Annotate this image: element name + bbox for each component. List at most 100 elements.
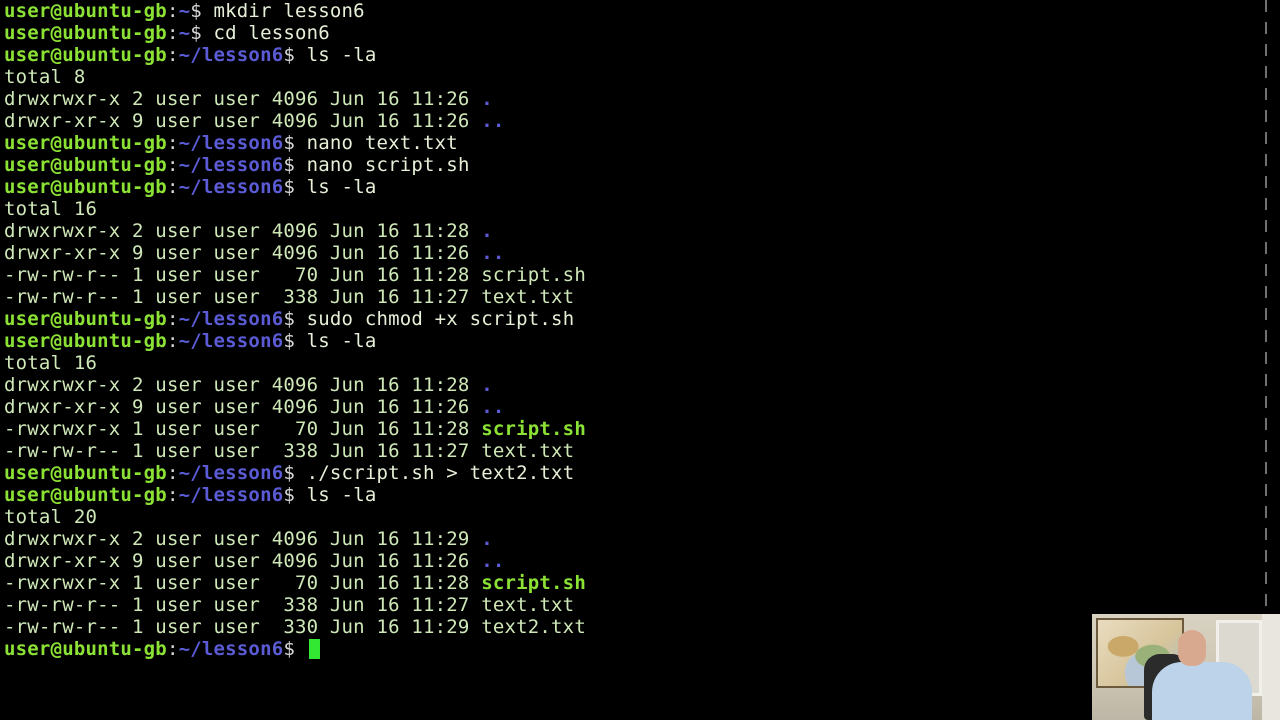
- output-line: drwxr-xr-x 9 user user 4096 Jun 16 11:26…: [4, 550, 586, 572]
- ls-entry-name: .: [481, 88, 493, 110]
- prompt-dollar: $: [283, 308, 307, 330]
- output-line: -rw-rw-r-- 1 user user 330 Jun 16 11:29 …: [4, 616, 586, 638]
- ls-entry-meta: -rwxrwxr-x 1 user user 70 Jun 16 11:28: [4, 418, 482, 440]
- terminal-output[interactable]: user@ubuntu-gb:~$ mkdir lesson6 user@ubun…: [4, 0, 586, 660]
- prompt-line: user@ubuntu-gb:~/lesson6$ sudo chmod +x …: [4, 308, 586, 330]
- prompt-user-host: user@ubuntu-gb: [4, 462, 167, 484]
- presenter-body-image: [1152, 662, 1252, 720]
- ls-entry-name: .: [481, 220, 493, 242]
- output-line: drwxrwxr-x 2 user user 4096 Jun 16 11:29…: [4, 528, 586, 550]
- prompt-separator: :: [166, 330, 179, 352]
- prompt-separator: :: [166, 638, 179, 660]
- output-line: -rw-rw-r-- 1 user user 338 Jun 16 11:27 …: [4, 594, 586, 616]
- prompt-user-host: user@ubuntu-gb: [4, 330, 167, 352]
- command-text: ls -la: [306, 44, 377, 66]
- ls-entry-name: ..: [481, 110, 505, 132]
- output-line: -rw-rw-r-- 1 user user 338 Jun 16 11:27 …: [4, 286, 586, 308]
- prompt-path: ~/lesson6: [178, 308, 284, 330]
- prompt-separator: :: [166, 0, 179, 22]
- prompt-user-host: user@ubuntu-gb: [4, 44, 167, 66]
- prompt-path: ~: [178, 22, 191, 44]
- command-text: cd lesson6: [213, 22, 330, 44]
- prompt-line: user@ubuntu-gb:~/lesson6$ ./script.sh > …: [4, 462, 586, 484]
- ls-entry-meta: drwxrwxr-x 2 user user 4096 Jun 16 11:26: [4, 88, 482, 110]
- prompt-line: user@ubuntu-gb:~/lesson6$ ls -la: [4, 330, 586, 352]
- ls-entry-name: text2.txt: [481, 616, 586, 638]
- command-text: nano script.sh: [306, 154, 470, 176]
- prompt-separator: :: [166, 44, 179, 66]
- prompt-dollar: $: [283, 330, 307, 352]
- ls-entry-name: text.txt: [481, 440, 575, 462]
- output-line: total 16: [4, 198, 586, 220]
- prompt-path: ~/lesson6: [178, 44, 284, 66]
- output-text: total 20: [4, 506, 98, 528]
- output-line: -rw-rw-r-- 1 user user 338 Jun 16 11:27 …: [4, 440, 586, 462]
- prompt-line: user@ubuntu-gb:~/lesson6$ nano text.txt: [4, 132, 586, 154]
- presenter-head-image: [1178, 630, 1206, 666]
- ls-entry-meta: -rw-rw-r-- 1 user user 330 Jun 16 11:29: [4, 616, 482, 638]
- prompt-dollar: $: [283, 484, 307, 506]
- command-text: mkdir lesson6: [213, 0, 365, 22]
- command-text: ls -la: [306, 176, 377, 198]
- prompt-line: user@ubuntu-gb:~/lesson6$ ls -la: [4, 176, 586, 198]
- ls-entry-meta: -rw-rw-r-- 1 user user 338 Jun 16 11:27: [4, 286, 482, 308]
- prompt-line: user@ubuntu-gb:~$ cd lesson6: [4, 22, 586, 44]
- ls-entry-meta: drwxrwxr-x 2 user user 4096 Jun 16 11:28: [4, 374, 482, 396]
- terminal-scrollbar[interactable]: [1265, 0, 1267, 612]
- output-line: total 20: [4, 506, 586, 528]
- prompt-line: user@ubuntu-gb:~/lesson6$ ls -la: [4, 44, 586, 66]
- prompt-path: ~/lesson6: [178, 132, 284, 154]
- prompt-dollar: $: [283, 462, 307, 484]
- output-line: total 8: [4, 66, 586, 88]
- ls-entry-name: text.txt: [481, 286, 575, 308]
- ls-entry-name: script.sh: [481, 418, 586, 440]
- prompt-dollar: $: [283, 638, 307, 660]
- command-text: nano text.txt: [306, 132, 458, 154]
- prompt-separator: :: [166, 176, 179, 198]
- ls-entry-meta: drwxr-xr-x 9 user user 4096 Jun 16 11:26: [4, 396, 482, 418]
- output-line: drwxr-xr-x 9 user user 4096 Jun 16 11:26…: [4, 110, 586, 132]
- ls-entry-name: script.sh: [481, 264, 586, 286]
- prompt-separator: :: [166, 484, 179, 506]
- prompt-user-host: user@ubuntu-gb: [4, 22, 167, 44]
- prompt-dollar: $: [283, 44, 307, 66]
- output-text: total 8: [4, 66, 86, 88]
- ls-entry-name: .: [481, 374, 493, 396]
- ls-entry-meta: -rwxrwxr-x 1 user user 70 Jun 16 11:28: [4, 572, 482, 594]
- prompt-dollar: $: [283, 176, 307, 198]
- prompt-dollar: $: [190, 0, 214, 22]
- ls-entry-meta: drwxr-xr-x 9 user user 4096 Jun 16 11:26: [4, 242, 482, 264]
- prompt-line: user@ubuntu-gb:~$ mkdir lesson6: [4, 0, 586, 22]
- terminal-window[interactable]: user@ubuntu-gb:~$ mkdir lesson6 user@ubun…: [0, 0, 1280, 720]
- output-line: -rwxrwxr-x 1 user user 70 Jun 16 11:28 s…: [4, 572, 586, 594]
- ls-entry-name: text.txt: [481, 594, 575, 616]
- prompt-user-host: user@ubuntu-gb: [4, 132, 167, 154]
- prompt-line: user@ubuntu-gb:~/lesson6$ ls -la: [4, 484, 586, 506]
- webcam-overlay: [1092, 614, 1280, 720]
- command-text: ./script.sh > text2.txt: [306, 462, 575, 484]
- output-line: drwxr-xr-x 9 user user 4096 Jun 16 11:26…: [4, 396, 586, 418]
- output-line: drwxrwxr-x 2 user user 4096 Jun 16 11:28…: [4, 220, 586, 242]
- prompt-path: ~/lesson6: [178, 176, 284, 198]
- prompt-user-host: user@ubuntu-gb: [4, 154, 167, 176]
- prompt-separator: :: [166, 22, 179, 44]
- prompt-dollar: $: [283, 132, 307, 154]
- ls-entry-name: .: [481, 528, 493, 550]
- output-line: drwxrwxr-x 2 user user 4096 Jun 16 11:28…: [4, 374, 586, 396]
- output-line: total 16: [4, 352, 586, 374]
- prompt-line: user@ubuntu-gb:~/lesson6$: [4, 638, 586, 660]
- output-line: -rw-rw-r-- 1 user user 70 Jun 16 11:28 s…: [4, 264, 586, 286]
- ls-entry-meta: -rw-rw-r-- 1 user user 70 Jun 16 11:28: [4, 264, 482, 286]
- ls-entry-name: ..: [481, 242, 505, 264]
- ls-entry-meta: drwxrwxr-x 2 user user 4096 Jun 16 11:29: [4, 528, 482, 550]
- prompt-user-host: user@ubuntu-gb: [4, 484, 167, 506]
- output-line: drwxr-xr-x 9 user user 4096 Jun 16 11:26…: [4, 242, 586, 264]
- prompt-path: ~/lesson6: [178, 638, 284, 660]
- prompt-dollar: $: [283, 154, 307, 176]
- prompt-separator: :: [166, 308, 179, 330]
- ls-entry-meta: -rw-rw-r-- 1 user user 338 Jun 16 11:27: [4, 594, 482, 616]
- ls-entry-meta: drwxrwxr-x 2 user user 4096 Jun 16 11:28: [4, 220, 482, 242]
- prompt-separator: :: [166, 462, 179, 484]
- prompt-path: ~/lesson6: [178, 330, 284, 352]
- text-cursor: [308, 639, 320, 659]
